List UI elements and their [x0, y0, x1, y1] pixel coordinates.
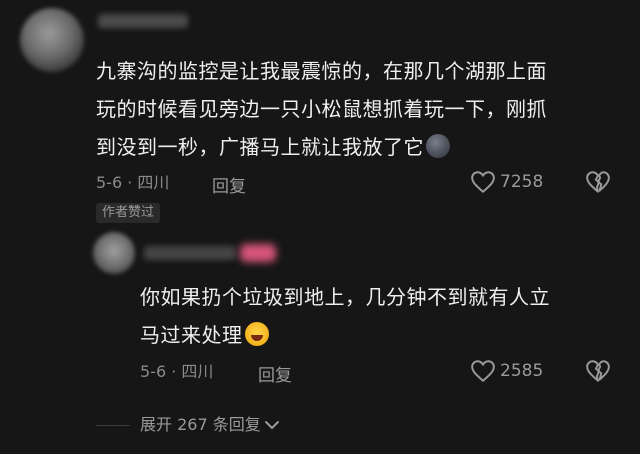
comment-body: 九寨沟的监控是让我最震惊的，在那几个湖那上面 玩的时候看见旁边一只小松鼠想抓着玩…	[96, 52, 616, 166]
commenter-name-blurred[interactable]	[98, 14, 188, 28]
expand-divider	[96, 425, 130, 426]
replier-name-blurred[interactable]	[144, 246, 236, 260]
reply-line: 马过来处理	[140, 316, 620, 354]
replier-tag-blurred	[240, 244, 276, 262]
comment-date-location: 5-6 · 四川	[96, 173, 170, 192]
reply-like-button[interactable]: 2585	[470, 359, 543, 383]
heart-icon	[471, 171, 495, 194]
comment-line: 到没到一秒，广播马上就让我放了它	[96, 128, 616, 166]
comment-like-count: 7258	[500, 172, 544, 192]
reply-dislike-button[interactable]	[585, 359, 611, 383]
broken-heart-icon	[586, 360, 610, 382]
reply-line: 你如果扔个垃圾到地上，几分钟不到就有人立	[140, 285, 550, 309]
commenter-avatar[interactable]	[20, 8, 84, 72]
chevron-down-icon	[264, 421, 279, 429]
replier-avatar[interactable]	[93, 232, 135, 274]
reply-body: 你如果扔个垃圾到地上，几分钟不到就有人立 马过来处理	[140, 278, 620, 354]
heart-icon	[471, 360, 495, 383]
author-liked-badge: 作者赞过	[96, 203, 161, 223]
comment-reply-button[interactable]: 回复	[212, 172, 246, 197]
comment-like-button[interactable]: 7258	[470, 170, 543, 194]
comment-line: 九寨沟的监控是让我最震惊的，在那几个湖那上面	[96, 59, 547, 83]
reply-like-count: 2585	[500, 361, 544, 381]
expand-replies-label: 展开 267 条回复	[140, 415, 261, 434]
broken-heart-icon	[586, 171, 610, 193]
expand-replies-button[interactable]: 展开 267 条回复	[140, 414, 281, 436]
rolling-laughing-face-icon	[244, 322, 269, 346]
comment-dislike-button[interactable]	[585, 170, 611, 194]
new-moon-face-icon	[426, 134, 450, 158]
reply-reply-button[interactable]: 回复	[258, 361, 292, 386]
reply-date-location: 5-6 · 四川	[140, 362, 214, 381]
comment-line: 玩的时候看见旁边一只小松鼠想抓着玩一下，刚抓	[96, 97, 547, 121]
